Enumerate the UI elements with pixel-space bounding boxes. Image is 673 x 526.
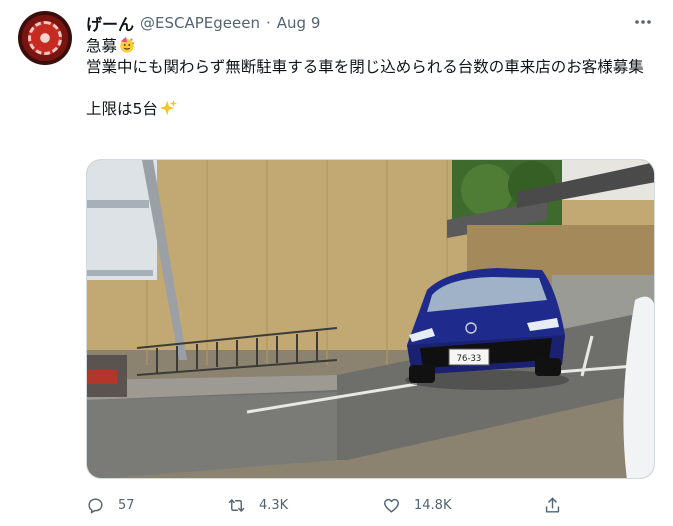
reply-count: 57 — [118, 497, 135, 513]
tweet-line-2: 営業中にも関わらず無断駐車する車を閉じ込められる台数の車来店のお客様募集 — [86, 58, 644, 76]
tweet-header: げーん @ESCAPEgeeen · Aug 9 — [86, 12, 320, 34]
reply-button[interactable]: 57 — [86, 492, 135, 518]
like-icon — [384, 498, 399, 513]
tweet-line-3: 上限は5台 — [86, 100, 158, 118]
separator-dot: · — [266, 14, 271, 32]
share-button[interactable] — [543, 492, 562, 518]
tweet-text: 急募 営業中にも関わらず無断駐車する車を閉じ込められる台数の車来店のお客様募集 … — [86, 36, 656, 120]
party-face-emoji — [120, 36, 135, 53]
like-count: 14.8K — [414, 497, 452, 513]
display-name[interactable]: げーん — [86, 11, 134, 35]
tweet-line-1: 急募 — [86, 37, 118, 55]
tweet-photo[interactable]: 76-33 — [86, 159, 655, 479]
share-icon — [545, 497, 560, 513]
tweet[interactable]: げーん @ESCAPEgeeen · Aug 9 急募 営業中にも関わらず無断駐… — [0, 0, 673, 526]
retweet-button[interactable]: 4.3K — [227, 492, 288, 518]
like-button[interactable]: 14.8K — [382, 492, 451, 518]
retweet-icon — [228, 498, 245, 512]
tweet-date[interactable]: Aug 9 — [277, 14, 321, 32]
user-handle[interactable]: @ESCAPEgeeen — [140, 14, 260, 32]
sparkles-emoji — [159, 99, 177, 116]
license-plate: 76-33 — [457, 354, 482, 364]
reply-icon — [88, 497, 103, 513]
parking-lot-photo: 76-33 — [87, 160, 654, 478]
action-bar: 57 4.3K 14.8K — [86, 492, 656, 518]
retweet-count: 4.3K — [259, 497, 289, 513]
more-icon[interactable] — [631, 12, 655, 32]
avatar[interactable] — [18, 11, 72, 65]
avatar-ring — [28, 21, 62, 55]
